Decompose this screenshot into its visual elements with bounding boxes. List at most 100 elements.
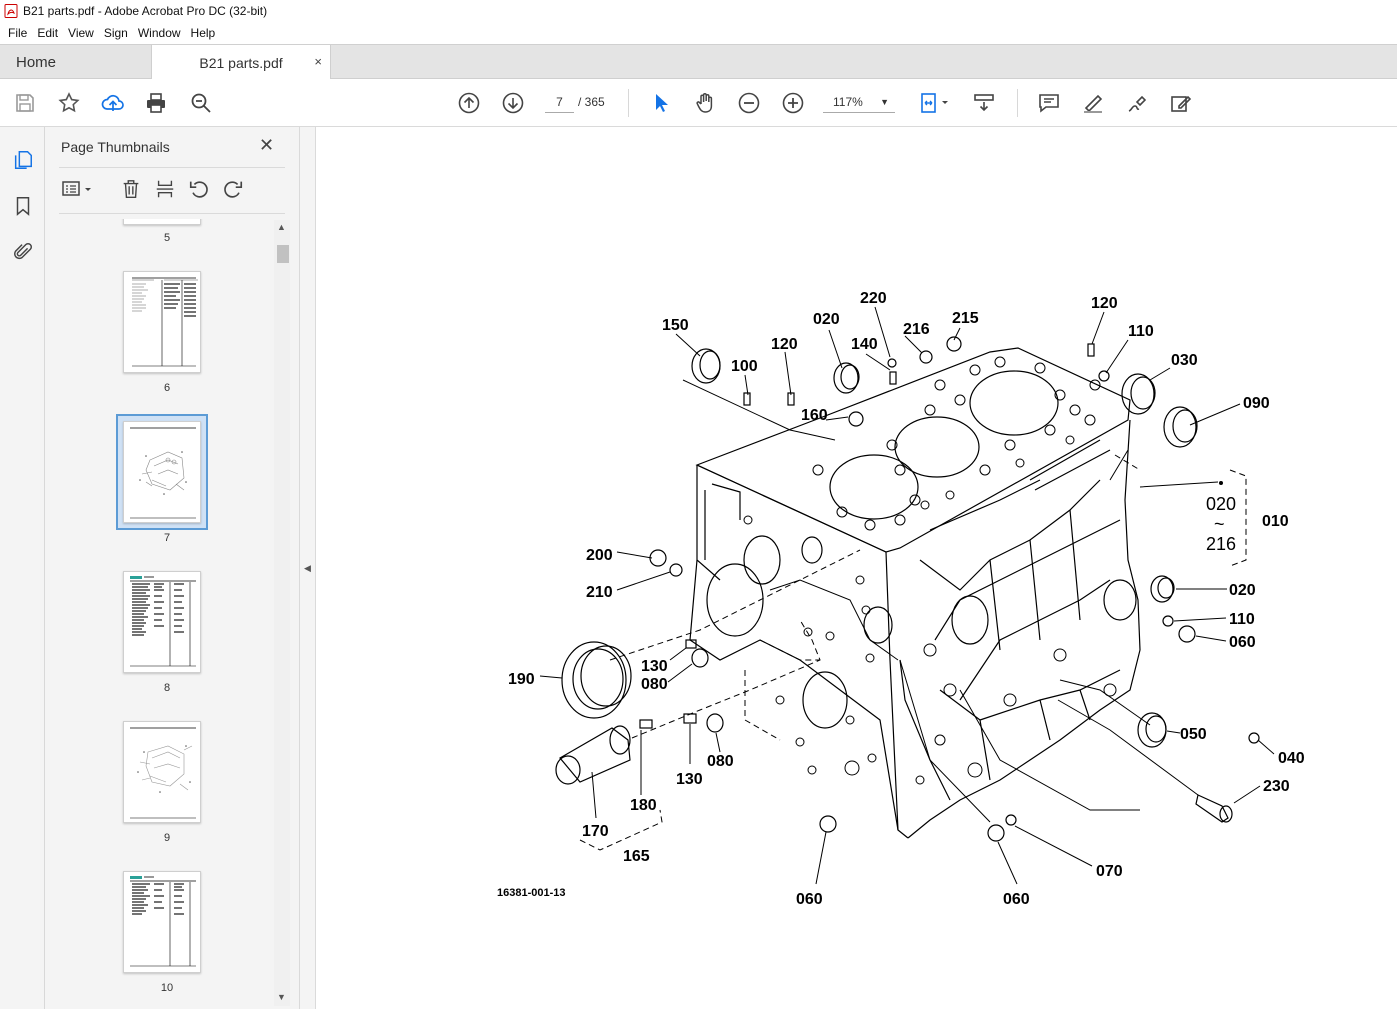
thumbnail-label: 5 bbox=[163, 232, 171, 244]
window-title: B21 parts.pdf - Adobe Acrobat Pro DC (32… bbox=[23, 4, 268, 18]
callout-label: 210 bbox=[586, 584, 613, 601]
callout-label: 130 bbox=[641, 658, 668, 675]
menu-bar: File Edit View Sign Window Help bbox=[0, 22, 1397, 44]
divider bbox=[59, 213, 285, 214]
toolbar-divider bbox=[1017, 89, 1018, 117]
acrobat-pdf-icon bbox=[4, 4, 18, 18]
hand-icon[interactable] bbox=[692, 90, 718, 116]
callout-label: 060 bbox=[796, 891, 823, 908]
callout-label: 040 bbox=[1278, 750, 1305, 767]
bookmark-star-icon[interactable] bbox=[56, 90, 82, 116]
zoom-search-icon[interactable] bbox=[188, 90, 214, 116]
thumbnail-page-10[interactable] bbox=[123, 871, 201, 973]
prev-page-icon[interactable] bbox=[456, 90, 482, 116]
thumbnail-list: 5 6 7 8 9 10 bbox=[59, 219, 275, 1006]
fit-page-icon[interactable] bbox=[914, 90, 954, 116]
zoom-in-icon[interactable] bbox=[780, 90, 806, 116]
rotate-cw-icon[interactable] bbox=[221, 177, 245, 201]
sign-icon[interactable] bbox=[1124, 90, 1150, 116]
page-thumbnails-icon[interactable] bbox=[10, 147, 36, 173]
callout-label: 130 bbox=[676, 771, 703, 788]
callout-label: 120 bbox=[1091, 295, 1118, 312]
thumbnail-label: 10 bbox=[160, 982, 174, 994]
menu-view[interactable]: View bbox=[63, 26, 99, 40]
page-number-input[interactable]: 7 bbox=[545, 91, 574, 113]
menu-window[interactable]: Window bbox=[133, 26, 186, 40]
extract-pages-icon[interactable] bbox=[153, 177, 177, 201]
scroll-up-icon[interactable]: ▲ bbox=[277, 222, 286, 232]
callout-label: 140 bbox=[851, 336, 878, 353]
callout-label: 215 bbox=[952, 310, 979, 327]
thumbnail-scrollbar[interactable] bbox=[274, 220, 290, 1006]
toolbar-divider bbox=[628, 89, 629, 117]
attachments-icon[interactable] bbox=[10, 239, 36, 265]
callout-label: 110 bbox=[1229, 611, 1255, 628]
callout-label: 220 bbox=[860, 290, 887, 307]
callout-range-start: 020 bbox=[1206, 494, 1236, 514]
zoom-select[interactable]: 117% ▼ bbox=[823, 91, 895, 113]
zoom-out-icon[interactable] bbox=[736, 90, 762, 116]
bookmarks-icon[interactable] bbox=[10, 193, 36, 219]
callout-label: 050 bbox=[1180, 726, 1207, 743]
save-icon[interactable] bbox=[12, 90, 38, 116]
callout-label: 060 bbox=[1003, 891, 1030, 908]
next-page-icon[interactable] bbox=[500, 90, 526, 116]
rotate-ccw-icon[interactable] bbox=[187, 177, 211, 201]
callout-label: 080 bbox=[641, 676, 668, 693]
title-bar: B21 parts.pdf - Adobe Acrobat Pro DC (32… bbox=[0, 0, 1397, 22]
callout-label: 070 bbox=[1096, 863, 1123, 880]
callout-label: 080 bbox=[707, 753, 734, 770]
fill-sign-icon[interactable] bbox=[1168, 90, 1194, 116]
left-nav-rail bbox=[0, 127, 45, 1009]
upload-cloud-icon[interactable] bbox=[100, 90, 126, 116]
callout-label: 090 bbox=[1243, 395, 1270, 412]
tab-close-icon[interactable]: × bbox=[314, 54, 322, 69]
scrollbar-thumb[interactable] bbox=[277, 245, 289, 263]
thumbnail-label: 6 bbox=[163, 382, 171, 394]
loose-parts bbox=[555, 336, 1260, 842]
callout-label: 165 bbox=[623, 848, 650, 865]
callout-label: 020 bbox=[1229, 582, 1256, 599]
comment-icon[interactable] bbox=[1036, 90, 1062, 116]
menu-file[interactable]: File bbox=[3, 26, 32, 40]
close-icon[interactable]: ✕ bbox=[259, 135, 274, 156]
callout-label: 120 bbox=[771, 336, 798, 353]
print-icon[interactable] bbox=[143, 90, 169, 116]
thumbnail-page-8[interactable] bbox=[123, 571, 201, 673]
range-tilde: ~ bbox=[1214, 514, 1225, 534]
thumbnail-page-9[interactable] bbox=[123, 721, 201, 823]
callout-label: 110 bbox=[1128, 323, 1154, 340]
menu-help[interactable]: Help bbox=[186, 26, 221, 40]
thumbnail-page-7[interactable] bbox=[123, 421, 201, 523]
scroll-mode-icon[interactable] bbox=[971, 90, 997, 116]
parts-diagram: 150 100 020 120 140 220 216 215 120 110 … bbox=[497, 290, 1305, 908]
callout-label: 150 bbox=[662, 317, 689, 334]
menu-sign[interactable]: Sign bbox=[99, 26, 133, 40]
select-cursor-icon[interactable] bbox=[648, 90, 674, 116]
main-toolbar: 7 / 365 117% ▼ bbox=[0, 79, 1397, 127]
leader-dot bbox=[1219, 481, 1223, 485]
delete-pages-icon[interactable] bbox=[119, 177, 143, 201]
callout-label: 060 bbox=[1229, 634, 1256, 651]
chevron-down-icon: ▼ bbox=[880, 97, 889, 107]
thumbnail-page-5[interactable] bbox=[123, 219, 201, 225]
tab-document[interactable]: B21 parts.pdf × bbox=[151, 45, 331, 80]
menu-edit[interactable]: Edit bbox=[32, 26, 63, 40]
highlight-icon[interactable] bbox=[1080, 90, 1106, 116]
page-total: / 365 bbox=[578, 95, 605, 109]
page-thumbnails-panel: Page Thumbnails ✕ 5 6 7 8 9 10 bbox=[45, 127, 299, 1009]
callout-range-end: 216 bbox=[1206, 534, 1236, 554]
thumbnail-label: 8 bbox=[163, 682, 171, 694]
thumbnail-label: 7 bbox=[163, 532, 171, 544]
panel-collapse-handle[interactable]: ◀ bbox=[299, 127, 316, 1009]
thumbnail-page-6[interactable] bbox=[123, 271, 201, 373]
options-menu-icon[interactable] bbox=[61, 177, 95, 201]
zoom-value: 117% bbox=[833, 95, 863, 109]
scroll-down-icon[interactable]: ▼ bbox=[277, 992, 286, 1002]
callout-label: 170 bbox=[582, 823, 609, 840]
tab-home[interactable]: Home bbox=[0, 45, 150, 79]
drawing-number: 16381-001-13 bbox=[497, 887, 566, 899]
callout-label: 230 bbox=[1263, 778, 1290, 795]
tab-document-label: B21 parts.pdf bbox=[199, 54, 283, 71]
callout-label: 200 bbox=[586, 547, 613, 564]
